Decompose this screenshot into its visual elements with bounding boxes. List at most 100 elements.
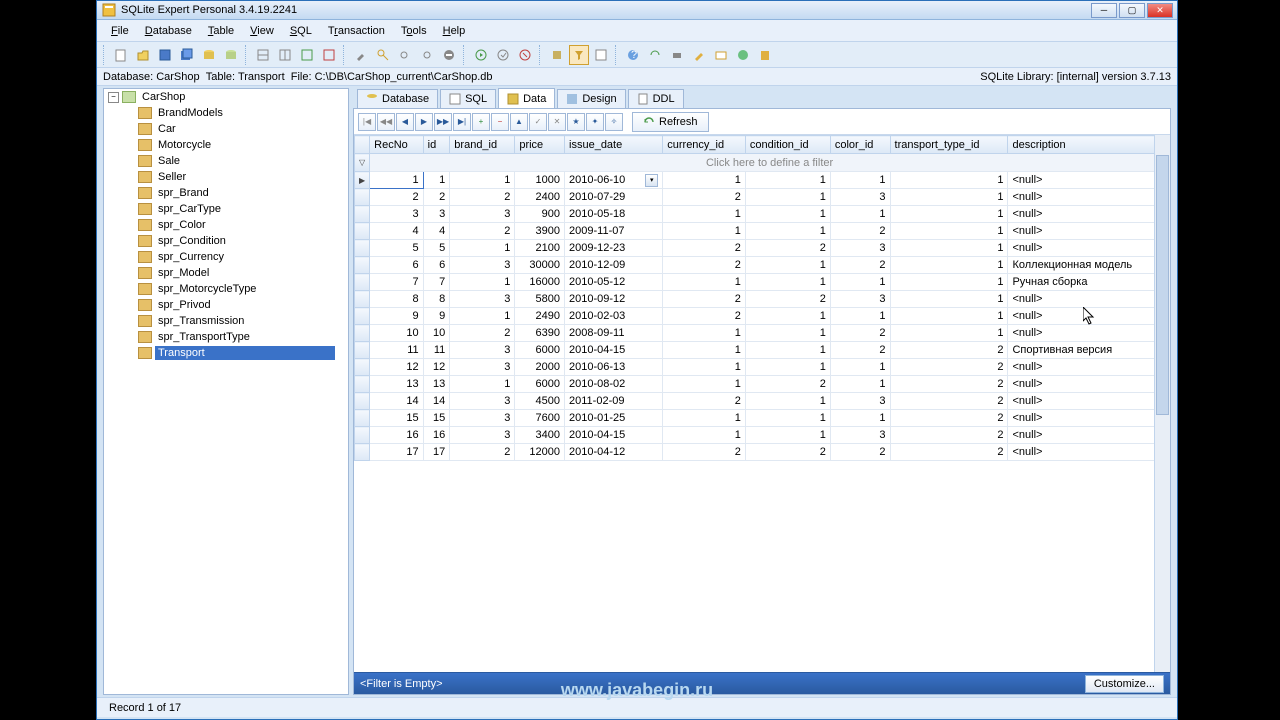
- cell[interactable]: 2010-01-25: [565, 410, 663, 427]
- cell[interactable]: 3: [423, 206, 450, 223]
- col-transport_type_id[interactable]: transport_type_id: [890, 136, 1008, 154]
- cell[interactable]: 1: [663, 342, 746, 359]
- filter-row[interactable]: Click here to define a filter: [370, 154, 1170, 172]
- toolbar-stop-icon[interactable]: [439, 45, 459, 65]
- cell[interactable]: 1: [830, 206, 890, 223]
- table-row[interactable]: 99124902010-02-032111<null>: [355, 308, 1170, 325]
- cell[interactable]: 17: [370, 444, 423, 461]
- cell[interactable]: <null>: [1008, 172, 1170, 189]
- cell[interactable]: 2010-07-29: [565, 189, 663, 206]
- cell[interactable]: 2: [423, 189, 450, 206]
- cell[interactable]: 3: [830, 291, 890, 308]
- cell[interactable]: <null>: [1008, 223, 1170, 240]
- cell[interactable]: 2: [745, 444, 830, 461]
- cell[interactable]: 2: [830, 444, 890, 461]
- cell[interactable]: 3: [830, 427, 890, 444]
- toolbar-open-icon[interactable]: [133, 45, 153, 65]
- cell[interactable]: 900: [515, 206, 565, 223]
- col-color_id[interactable]: color_id: [830, 136, 890, 154]
- col-brand_id[interactable]: brand_id: [450, 136, 515, 154]
- cell[interactable]: 8: [370, 291, 423, 308]
- cell[interactable]: <null>: [1008, 291, 1170, 308]
- table-row[interactable]: 1010263902008-09-111121<null>: [355, 325, 1170, 342]
- cell[interactable]: 16000: [515, 274, 565, 291]
- cell[interactable]: 12: [370, 359, 423, 376]
- cell[interactable]: 2010-04-12: [565, 444, 663, 461]
- cell[interactable]: 1: [830, 410, 890, 427]
- cell[interactable]: 3: [450, 410, 515, 427]
- cell[interactable]: 6: [423, 257, 450, 274]
- col-id[interactable]: id: [423, 136, 450, 154]
- toolbar-commit-icon[interactable]: [493, 45, 513, 65]
- cell[interactable]: 2: [890, 427, 1008, 444]
- toolbar-settings-icon[interactable]: [547, 45, 567, 65]
- cell[interactable]: 1: [830, 376, 890, 393]
- cell[interactable]: 15: [370, 410, 423, 427]
- col-RecNo[interactable]: RecNo: [370, 136, 423, 154]
- cell[interactable]: 1: [745, 257, 830, 274]
- database-tree[interactable]: −CarShop BrandModelsCarMotorcycleSaleSel…: [103, 88, 349, 695]
- toolbar-grid4-icon[interactable]: [319, 45, 339, 65]
- nav-filter-button[interactable]: ✧: [605, 113, 623, 131]
- cell[interactable]: 11: [423, 342, 450, 359]
- cell[interactable]: 16: [370, 427, 423, 444]
- cell[interactable]: 1: [890, 274, 1008, 291]
- toolbar-world-icon[interactable]: [733, 45, 753, 65]
- data-grid[interactable]: RecNoidbrand_idpriceissue_datecurrency_i…: [354, 135, 1170, 461]
- menu-view[interactable]: View: [242, 23, 282, 39]
- menu-tools[interactable]: Tools: [393, 23, 435, 39]
- cell[interactable]: 2010-05-12: [565, 274, 663, 291]
- table-row[interactable]: ▶11110002010-06-10▾1111<null>: [355, 172, 1170, 189]
- toolbar-new-icon[interactable]: [111, 45, 131, 65]
- cell[interactable]: 2490: [515, 308, 565, 325]
- cell[interactable]: 2: [663, 291, 746, 308]
- toolbar-refresh-icon[interactable]: [645, 45, 665, 65]
- nav-insert-button[interactable]: +: [472, 113, 490, 131]
- tab-sql[interactable]: SQL: [440, 89, 496, 108]
- cell[interactable]: 2: [830, 342, 890, 359]
- cell[interactable]: 6000: [515, 376, 565, 393]
- cell[interactable]: Коллекционная модель: [1008, 257, 1170, 274]
- cell[interactable]: 1: [663, 274, 746, 291]
- cell[interactable]: 1: [890, 308, 1008, 325]
- cell[interactable]: 2: [663, 257, 746, 274]
- cell[interactable]: 14: [370, 393, 423, 410]
- cell[interactable]: 2: [450, 325, 515, 342]
- toolbar-grid2-icon[interactable]: [275, 45, 295, 65]
- menu-sql[interactable]: SQL: [282, 23, 320, 39]
- table-row[interactable]: 3339002010-05-181111<null>: [355, 206, 1170, 223]
- cell[interactable]: 6000: [515, 342, 565, 359]
- nav-prev-button[interactable]: ◀: [396, 113, 414, 131]
- toolbar-mail-icon[interactable]: [711, 45, 731, 65]
- cell[interactable]: 2: [663, 189, 746, 206]
- cell[interactable]: 2000: [515, 359, 565, 376]
- cell[interactable]: 2010-12-09: [565, 257, 663, 274]
- cell[interactable]: 1: [830, 172, 890, 189]
- cell[interactable]: 1000: [515, 172, 565, 189]
- cell[interactable]: 10: [423, 325, 450, 342]
- col-currency_id[interactable]: currency_id: [663, 136, 746, 154]
- cell[interactable]: <null>: [1008, 206, 1170, 223]
- cell[interactable]: 1: [890, 325, 1008, 342]
- cell[interactable]: 15: [423, 410, 450, 427]
- tree-table-car[interactable]: Car: [124, 121, 348, 137]
- cell[interactable]: 2: [890, 376, 1008, 393]
- tree-table-seller[interactable]: Seller: [124, 169, 348, 185]
- cell[interactable]: 6390: [515, 325, 565, 342]
- menu-transaction[interactable]: Transaction: [320, 23, 393, 39]
- cell[interactable]: 1: [745, 308, 830, 325]
- cell[interactable]: 1: [450, 172, 515, 189]
- cell[interactable]: 13: [423, 376, 450, 393]
- tree-table-spr_transporttype[interactable]: spr_TransportType: [124, 329, 348, 345]
- toolbar-link-icon[interactable]: [395, 45, 415, 65]
- nav-bookmark-button[interactable]: ★: [567, 113, 585, 131]
- cell[interactable]: 1: [370, 172, 423, 189]
- table-row[interactable]: 17172120002010-04-122222<null>: [355, 444, 1170, 461]
- cell[interactable]: 1: [450, 376, 515, 393]
- cell[interactable]: 1: [745, 206, 830, 223]
- nav-delete-button[interactable]: −: [491, 113, 509, 131]
- cell[interactable]: 12000: [515, 444, 565, 461]
- cell[interactable]: 1: [745, 359, 830, 376]
- cell[interactable]: 1: [450, 308, 515, 325]
- cell[interactable]: 2: [890, 359, 1008, 376]
